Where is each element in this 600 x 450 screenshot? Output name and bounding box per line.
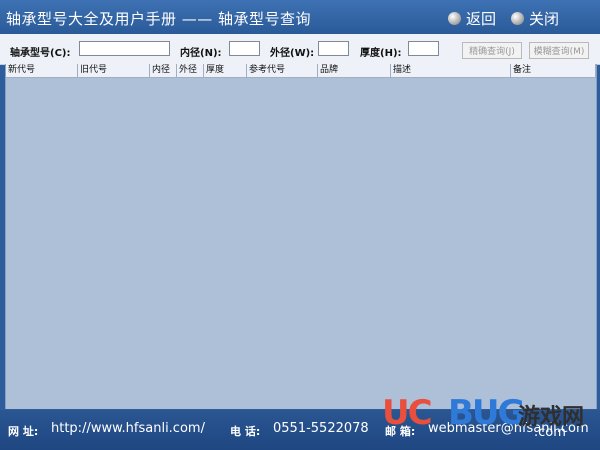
results-table[interactable]: 新代号 旧代号 内径 外径 厚度 参考代号 品牌 描述 备注 xyxy=(5,64,597,409)
col-thickness[interactable]: 厚度 xyxy=(204,64,247,77)
website-label: 网 址: xyxy=(8,425,39,438)
exact-search-button[interactable]: 精确查询(J) xyxy=(462,42,522,59)
fuzzy-search-button[interactable]: 模糊查询(M) xyxy=(529,42,589,59)
window-title: 轴承型号大全及用户手册 —— 轴承型号查询 xyxy=(6,10,312,28)
close-icon xyxy=(511,11,524,25)
inner-diameter-input[interactable] xyxy=(229,41,260,56)
back-icon xyxy=(448,11,461,25)
thickness-input[interactable] xyxy=(408,41,439,56)
close-label: 关闭 xyxy=(529,9,560,28)
thickness-label: 厚度(H): xyxy=(360,48,402,59)
col-remark[interactable]: 备注 xyxy=(511,64,596,77)
col-brand[interactable]: 品牌 xyxy=(318,64,391,77)
model-label: 轴承型号(C): xyxy=(10,48,71,59)
col-old-code[interactable]: 旧代号 xyxy=(78,64,150,77)
watermark-logo: UC BUG 游戏网 .com xyxy=(382,393,597,441)
title-bar: 轴承型号大全及用户手册 —— 轴承型号查询 返回 关闭 xyxy=(0,0,600,34)
watermark-com: .com xyxy=(534,425,566,440)
col-ref-code[interactable]: 参考代号 xyxy=(247,64,318,77)
search-toolbar: 轴承型号(C): 内径(N): 外径(W): 厚度(H): 精确查询(J) 模糊… xyxy=(0,34,600,65)
col-inner[interactable]: 内径 xyxy=(150,64,177,77)
back-button[interactable]: 返回 xyxy=(448,8,496,28)
watermark-bug: BUG xyxy=(448,393,525,433)
outer-diameter-input[interactable] xyxy=(318,41,349,56)
outer-diameter-label: 外径(W): xyxy=(270,48,315,59)
col-outer[interactable]: 外径 xyxy=(177,64,204,77)
col-description[interactable]: 描述 xyxy=(391,64,511,77)
phone-value: 0551-5522078 xyxy=(273,421,369,436)
table-header: 新代号 旧代号 内径 外径 厚度 参考代号 品牌 描述 备注 xyxy=(6,64,596,78)
col-new-code[interactable]: 新代号 xyxy=(6,64,78,77)
watermark-uc: UC xyxy=(382,393,433,433)
website-link[interactable]: http://www.hfsanli.com/ xyxy=(51,421,205,436)
phone-label: 电 话: xyxy=(230,425,261,438)
model-input[interactable] xyxy=(79,41,170,56)
back-label: 返回 xyxy=(466,9,497,28)
close-button[interactable]: 关闭 xyxy=(511,8,559,28)
inner-diameter-label: 内径(N): xyxy=(180,48,222,59)
